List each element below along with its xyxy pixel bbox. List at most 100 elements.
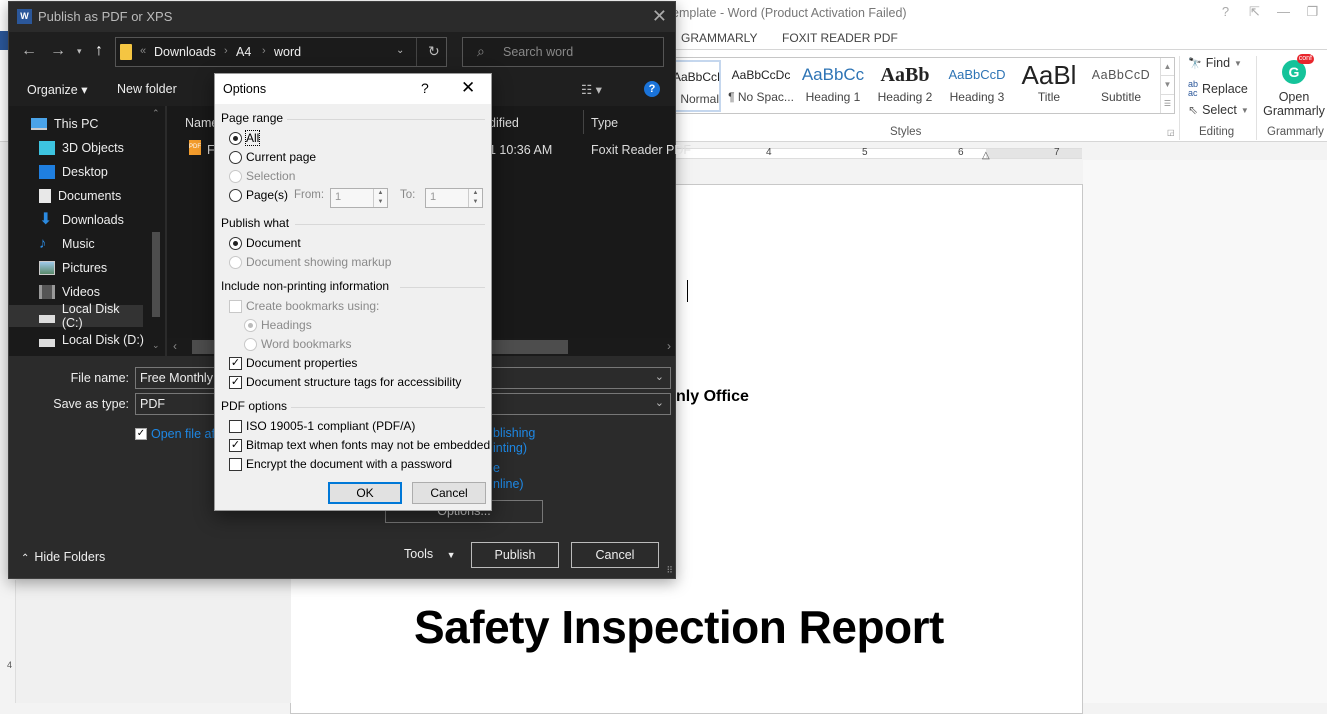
- radio-pages[interactable]: Page(s): [229, 188, 288, 202]
- checkbox-checked[interactable]: ✓: [229, 375, 242, 389]
- dialog-launcher-icon[interactable]: ◲: [1167, 128, 1175, 137]
- resize-grip-icon[interactable]: ⠿: [666, 565, 673, 576]
- scrollbar-thumb[interactable]: [152, 232, 160, 317]
- chevron-down-icon[interactable]: ⌄: [655, 396, 664, 409]
- right-indent-marker-icon[interactable]: △: [982, 150, 990, 161]
- gallery-scrollbar[interactable]: ▲ ▼ ☰: [1160, 58, 1174, 113]
- open-file-after-publishing-checkbox[interactable]: ✓ Open file aft: [135, 427, 218, 441]
- chevron-down-icon: ▼: [446, 550, 456, 560]
- navigation-bar: ← → ▾ ↑ « Downloads › A4 › word ⌄ ↻ ⌕ Se…: [9, 32, 675, 72]
- chevron-down-icon: ▼: [1234, 58, 1242, 68]
- column-type[interactable]: Type: [591, 116, 618, 130]
- nav-item-local-disk-c[interactable]: Local Disk (C:): [9, 302, 143, 330]
- scroll-left-icon[interactable]: ‹: [173, 339, 177, 353]
- structure-tags-checkbox[interactable]: ✓ Document structure tags for accessibil…: [229, 375, 461, 389]
- checkbox[interactable]: [229, 419, 242, 433]
- checkbox[interactable]: [229, 457, 242, 471]
- ok-button[interactable]: OK: [328, 482, 402, 504]
- style-subtitle[interactable]: AaBbCcD Subtitle: [1085, 60, 1157, 112]
- radio-button-selected: [244, 318, 257, 332]
- tab-grammarly[interactable]: GRAMMARLY: [681, 31, 757, 45]
- publish-button[interactable]: Publish: [471, 542, 559, 568]
- optimize-standard-link[interactable]: blishing: [493, 426, 535, 440]
- gallery-more-icon[interactable]: ☰: [1161, 95, 1174, 113]
- radio-button[interactable]: [229, 150, 242, 164]
- replace-button[interactable]: ab ac Replace: [1188, 80, 1248, 98]
- tools-menu[interactable]: Tools ▼: [404, 547, 456, 561]
- folder-icon: [120, 44, 132, 60]
- help-icon[interactable]: ?: [421, 80, 429, 96]
- breadcrumb-downloads[interactable]: Downloads: [154, 45, 216, 59]
- column-date-modified[interactable]: dified: [489, 116, 519, 130]
- find-button[interactable]: 🔭 Find ▼: [1188, 56, 1242, 70]
- ribbon-display-icon[interactable]: ⇱: [1240, 0, 1269, 26]
- horizontal-ruler[interactable]: 4 5 6 7 △: [672, 147, 1082, 161]
- style-title[interactable]: AaBl Title: [1013, 60, 1085, 112]
- scroll-up-icon[interactable]: ⌃: [152, 108, 160, 119]
- radio-button-selected[interactable]: [229, 131, 242, 145]
- checkbox-checked[interactable]: ✓: [135, 428, 147, 440]
- checkbox-checked[interactable]: ✓: [229, 356, 242, 370]
- up-arrow-icon[interactable]: ↑: [95, 42, 103, 60]
- radio-button[interactable]: [229, 188, 242, 202]
- pictures-icon: [39, 261, 55, 275]
- chevron-up-icon: ⌃: [21, 553, 30, 564]
- document-properties-checkbox[interactable]: ✓ Document properties: [229, 356, 357, 370]
- from-label: From:: [294, 189, 325, 201]
- open-grammarly-button[interactable]: G conf Open Grammarly: [1262, 54, 1326, 118]
- style-normal[interactable]: AaBbCcDc Normal: [671, 60, 721, 112]
- search-input[interactable]: ⌕ Search word: [462, 37, 664, 67]
- refresh-icon[interactable]: ↻: [428, 43, 440, 60]
- style-no-spacing[interactable]: AaBbCcDc ¶ No Spac...: [725, 60, 797, 112]
- nav-item-this-pc[interactable]: This PC: [31, 113, 161, 135]
- organize-button[interactable]: Organize ▾: [27, 82, 87, 97]
- navigation-scrollbar[interactable]: ⌃ ⌄: [149, 106, 163, 356]
- cancel-button[interactable]: Cancel: [412, 482, 486, 504]
- select-button[interactable]: ⇖ Select ▼: [1188, 103, 1249, 117]
- iso-compliant-checkbox[interactable]: ISO 19005-1 compliant (PDF/A): [229, 419, 415, 433]
- address-dropdown-icon[interactable]: ⌄: [396, 45, 404, 56]
- radio-headings: Headings: [244, 318, 312, 332]
- drive-icon: [39, 314, 55, 323]
- cancel-button[interactable]: Cancel: [571, 542, 659, 568]
- radio-all[interactable]: All: [229, 130, 261, 146]
- address-bar[interactable]: « Downloads › A4 › word ⌄ ↻: [115, 37, 447, 67]
- gallery-up-icon[interactable]: ▲: [1161, 58, 1174, 77]
- radio-document[interactable]: Document: [229, 236, 301, 250]
- breadcrumb-a4[interactable]: A4: [236, 45, 251, 59]
- scroll-right-icon[interactable]: ›: [667, 339, 671, 353]
- back-arrow-icon[interactable]: ←: [21, 42, 37, 60]
- gallery-down-icon[interactable]: ▼: [1161, 76, 1174, 95]
- minimize-icon[interactable]: —: [1269, 0, 1298, 26]
- optimize-minimum-link[interactable]: e: [493, 461, 500, 475]
- binoculars-icon: 🔭: [1188, 57, 1202, 70]
- bitmap-text-checkbox[interactable]: ✓ Bitmap text when fonts may not be embe…: [229, 438, 490, 452]
- encrypt-checkbox[interactable]: Encrypt the document with a password: [229, 457, 452, 471]
- style-heading-2[interactable]: AaBb Heading 2: [869, 60, 941, 112]
- drive-icon: [39, 338, 55, 347]
- scroll-down-icon[interactable]: ⌄: [152, 340, 160, 351]
- hide-folders-button[interactable]: ⌃ Hide Folders: [21, 550, 105, 564]
- ruler-margin: [986, 149, 1082, 158]
- help-icon[interactable]: ?: [644, 81, 660, 97]
- vertical-ruler[interactable]: 4: [6, 580, 16, 703]
- style-heading-1[interactable]: AaBbCc Heading 1: [797, 60, 869, 112]
- breadcrumb-word[interactable]: word: [274, 45, 301, 59]
- radio-button-selected[interactable]: [229, 236, 242, 250]
- chevron-down-icon[interactable]: ⌄: [655, 370, 664, 383]
- close-icon[interactable]: ✕: [652, 6, 667, 27]
- recent-locations-chevron-icon[interactable]: ▾: [77, 46, 82, 57]
- style-heading-3[interactable]: AaBbCcD Heading 3: [941, 60, 1013, 112]
- cursor-arrow-icon: ⇖: [1188, 103, 1199, 117]
- close-icon[interactable]: ✕: [461, 78, 475, 98]
- checkbox-checked[interactable]: ✓: [229, 438, 242, 452]
- divider: [1256, 56, 1257, 140]
- help-icon[interactable]: ?: [1211, 0, 1240, 26]
- radio-current-page[interactable]: Current page: [229, 150, 316, 164]
- new-folder-button[interactable]: New folder: [117, 82, 177, 96]
- publish-what-label: Publish what: [221, 216, 290, 230]
- forward-arrow-icon[interactable]: →: [50, 42, 66, 60]
- restore-icon[interactable]: ❐: [1298, 0, 1327, 26]
- tab-foxit-reader-pdf[interactable]: FOXIT READER PDF: [782, 31, 898, 45]
- view-options-icon[interactable]: ☷ ▾: [581, 82, 602, 97]
